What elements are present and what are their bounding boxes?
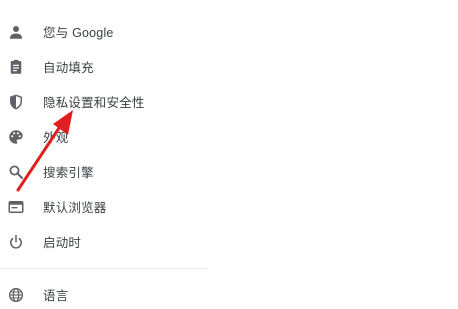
search-icon [7,163,25,181]
sidebar-item-autofill[interactable]: 自动填充 [0,49,208,84]
sidebar-item-you-and-google[interactable]: 您与 Google [0,14,208,49]
settings-page: 您与 Google 自动填充 隐私设置和安全性 外观 搜索引擎 默认浏览器 启动… [0,0,458,309]
sidebar-item-label: 启动时 [43,236,82,250]
globe-icon [7,286,25,304]
sidebar-item-languages[interactable]: 语言 [0,277,208,309]
settings-sidebar-menu: 您与 Google 自动填充 隐私设置和安全性 外观 搜索引擎 默认浏览器 启动… [0,14,208,259]
sidebar-item-label: 您与 Google [43,26,114,40]
sidebar-item-label: 外观 [43,131,69,145]
browser-window-icon [7,198,25,216]
sidebar-item-label: 自动填充 [43,61,94,75]
sidebar-item-search-engine[interactable]: 搜索引擎 [0,154,208,189]
sidebar-item-label: 隐私设置和安全性 [43,96,145,110]
sidebar-item-on-startup[interactable]: 启动时 [0,224,208,259]
power-icon [7,233,25,251]
sidebar-item-label: 搜索引擎 [43,166,94,180]
person-icon [7,23,25,41]
shield-icon [7,93,25,111]
clipboard-icon [7,58,25,76]
sidebar-item-privacy-security[interactable]: 隐私设置和安全性 [0,84,208,119]
sidebar-item-label: 默认浏览器 [43,201,107,215]
settings-sidebar-menu-advanced: 语言 [0,277,208,309]
menu-divider [0,268,208,269]
sidebar-item-label: 语言 [43,289,69,303]
palette-icon [7,128,25,146]
sidebar-item-appearance[interactable]: 外观 [0,119,208,154]
sidebar-item-default-browser[interactable]: 默认浏览器 [0,189,208,224]
